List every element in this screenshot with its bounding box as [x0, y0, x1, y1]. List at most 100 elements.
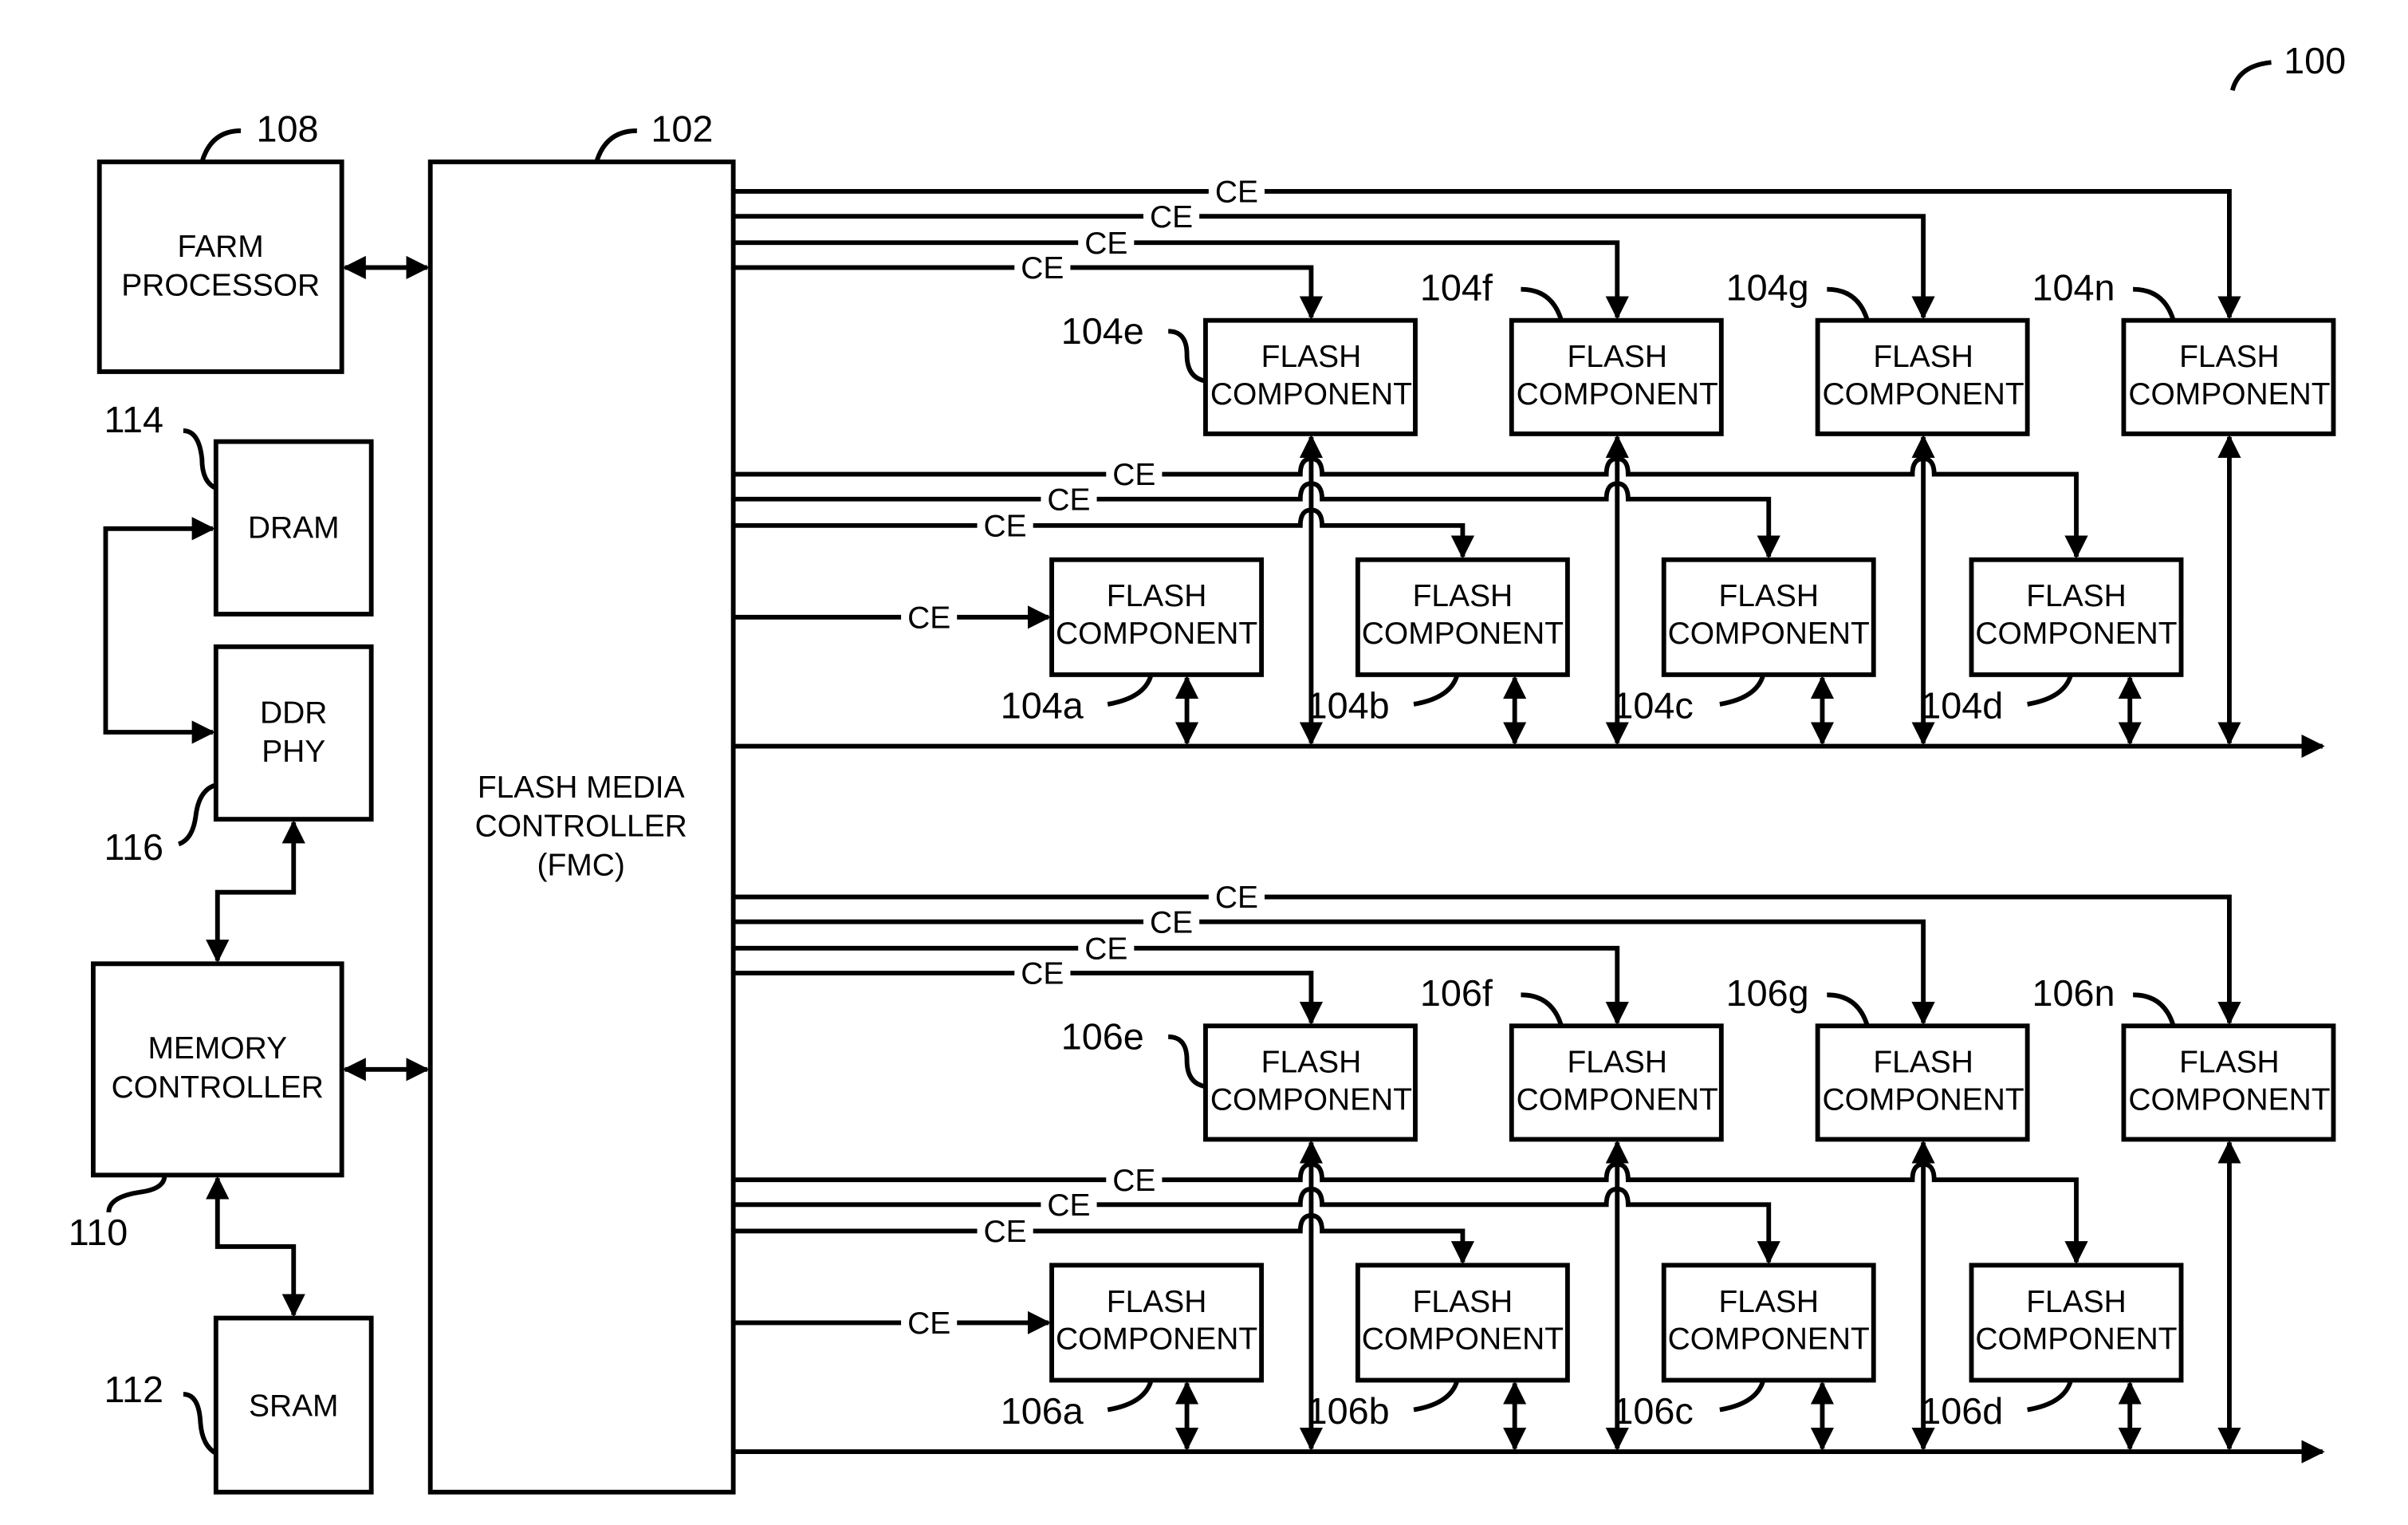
flash-label-2: COMPONENT — [1517, 377, 1718, 412]
flash-label-1: FLASH — [1873, 1046, 1973, 1080]
sram-ref: 112 — [104, 1369, 164, 1410]
ce-label: CE — [1047, 483, 1090, 517]
ce-label: CE — [1215, 175, 1258, 210]
memory-controller-ref: 110 — [69, 1212, 128, 1253]
flash-label-2: COMPONENT — [1668, 1322, 1870, 1357]
flash-label-2: COMPONENT — [1823, 377, 2024, 412]
flash-component-ref: 104c — [1612, 684, 1693, 726]
flash-component-ref: 106a — [1001, 1390, 1084, 1432]
ce-label: CE — [1021, 251, 1064, 286]
flash-label-2: COMPONENT — [1517, 1082, 1718, 1117]
flash-component-ref: 104f — [1420, 266, 1493, 308]
flash-component-ref: 104e — [1061, 310, 1144, 352]
flash-channels: CECECECECECECECEFLASHCOMPONENT104eFLASHC… — [733, 174, 2336, 1464]
dram-block: DRAM 114 — [104, 399, 374, 617]
ddr-memctrl-link — [206, 820, 305, 963]
flash-label-1: FLASH — [1107, 1285, 1207, 1319]
ce-label: CE — [1084, 932, 1127, 966]
leader-line — [177, 782, 217, 847]
ddr-phy-ref: 116 — [104, 826, 164, 868]
flash-component-ref: 104a — [1001, 684, 1084, 726]
figure-ref: 100 — [2229, 40, 2346, 92]
flash-component-104d: FLASH COMPONENT 104d — [1920, 557, 2184, 746]
flash-component-ref: 106d — [1920, 1390, 2003, 1432]
memctrl-sram-link — [206, 1176, 305, 1318]
flash-label-2: COMPONENT — [1668, 617, 1870, 651]
flash-label-1: FLASH — [1567, 1046, 1667, 1080]
sram-block: SRAM 112 — [104, 1315, 374, 1495]
leader-line — [1107, 673, 1154, 707]
ddr-phy-block: DDR PHY 116 — [104, 644, 374, 868]
ce-line-bottom — [733, 507, 1475, 559]
leader-line — [594, 128, 637, 163]
flash-component-ref: 106g — [1726, 972, 1809, 1014]
flash-label-2: COMPONENT — [1362, 617, 1564, 651]
flash-component-106d: FLASHCOMPONENT 106d — [1920, 1263, 2184, 1452]
leader-line — [2229, 60, 2272, 92]
flash-label-2: COMPONENT — [1975, 617, 2177, 651]
flash-label-1: FLASH — [1413, 579, 1513, 613]
memory-controller-label-1: MEMORY — [148, 1031, 287, 1066]
ddr-phy-label-2: PHY — [262, 735, 325, 769]
flash-label-2: COMPONENT — [1056, 1322, 1257, 1357]
flash-label-1: FLASH — [2026, 579, 2127, 613]
leader-line — [199, 128, 242, 163]
farm-processor-block: FARM PROCESSOR 108 — [96, 108, 344, 374]
leader-line — [2027, 1379, 2074, 1413]
leader-line — [183, 1392, 218, 1456]
flash-component-ref: 106f — [1420, 972, 1493, 1014]
flash-label-2: COMPONENT — [1210, 377, 1412, 412]
ce-label: CE — [1112, 458, 1155, 492]
fmc-label-3: (FMC) — [537, 848, 625, 882]
flash-label-1: FLASH — [1567, 340, 1667, 374]
dram-ref: 114 — [104, 399, 164, 440]
flash-component-106b: FLASHCOMPONENT 106b — [1307, 1263, 1570, 1452]
flash-component-104b: FLASH COMPONENT 104b — [1307, 557, 1570, 746]
fmc-ref: 102 — [651, 108, 713, 150]
flash-component-106a: FLASHCOMPONENT 106a — [1001, 1263, 1265, 1452]
flash-label-2: COMPONENT — [1823, 1082, 2024, 1117]
memory-controller-label-2: CONTROLLER — [112, 1070, 324, 1105]
flash-component-ref: 104g — [1726, 266, 1809, 308]
ce-label: CE — [1047, 1188, 1090, 1223]
ce-line-bottom — [733, 481, 1780, 559]
flash-label-1: FLASH — [2179, 340, 2280, 374]
leader-line — [1827, 286, 1870, 321]
memory-controller-block: MEMORY CONTROLLER 110 — [69, 961, 344, 1253]
flash-component-ref: 106e — [1061, 1015, 1144, 1057]
flash-component-ref: 106b — [1307, 1390, 1390, 1432]
farm-processor-label-1: FARM — [178, 230, 264, 264]
leader-line — [1521, 992, 1564, 1027]
flash-component-ref: 104b — [1307, 684, 1390, 726]
ce-label: CE — [984, 510, 1027, 544]
flash-label-2: COMPONENT — [1210, 1082, 1412, 1117]
dram-ddr-link — [103, 517, 215, 744]
farm-processor-ref: 108 — [256, 108, 318, 150]
leader-line — [1413, 1379, 1460, 1413]
ce-line-bottom — [733, 456, 2088, 559]
flash-component-ref: 106n — [2032, 972, 2115, 1014]
leader-line — [2133, 286, 2176, 321]
flash-component-ref: 106c — [1612, 1390, 1693, 1432]
figure-ref-label: 100 — [2284, 40, 2346, 81]
flash-component-104a: FLASH COMPONENT 104a — [1001, 557, 1265, 746]
leader-line — [1827, 992, 1870, 1027]
ce-label: CE — [984, 1215, 1027, 1249]
flash-label-1: FLASH — [1873, 340, 1973, 374]
ce-line-bottom — [733, 1186, 1780, 1265]
flash-label-1: FLASH — [1718, 579, 1819, 613]
flash-label-1: FLASH — [2179, 1046, 2280, 1080]
leader-line — [2133, 992, 2176, 1027]
farm-processor-label-2: PROCESSOR — [121, 269, 320, 303]
ce-label: CE — [1112, 1164, 1155, 1198]
leader-line — [106, 1174, 167, 1213]
leader-line — [1167, 329, 1206, 384]
flash-label-2: COMPONENT — [1975, 1322, 2177, 1357]
flash-component-ref: 104d — [1920, 684, 2003, 726]
flash-label-1: FLASH — [1107, 579, 1207, 613]
fmc-label-1: FLASH MEDIA — [478, 770, 685, 805]
leader-line — [1167, 1034, 1206, 1090]
ce-label: CE — [1150, 200, 1193, 234]
flash-label-2: COMPONENT — [2128, 1082, 2330, 1117]
flash-label-1: FLASH — [1413, 1285, 1513, 1319]
